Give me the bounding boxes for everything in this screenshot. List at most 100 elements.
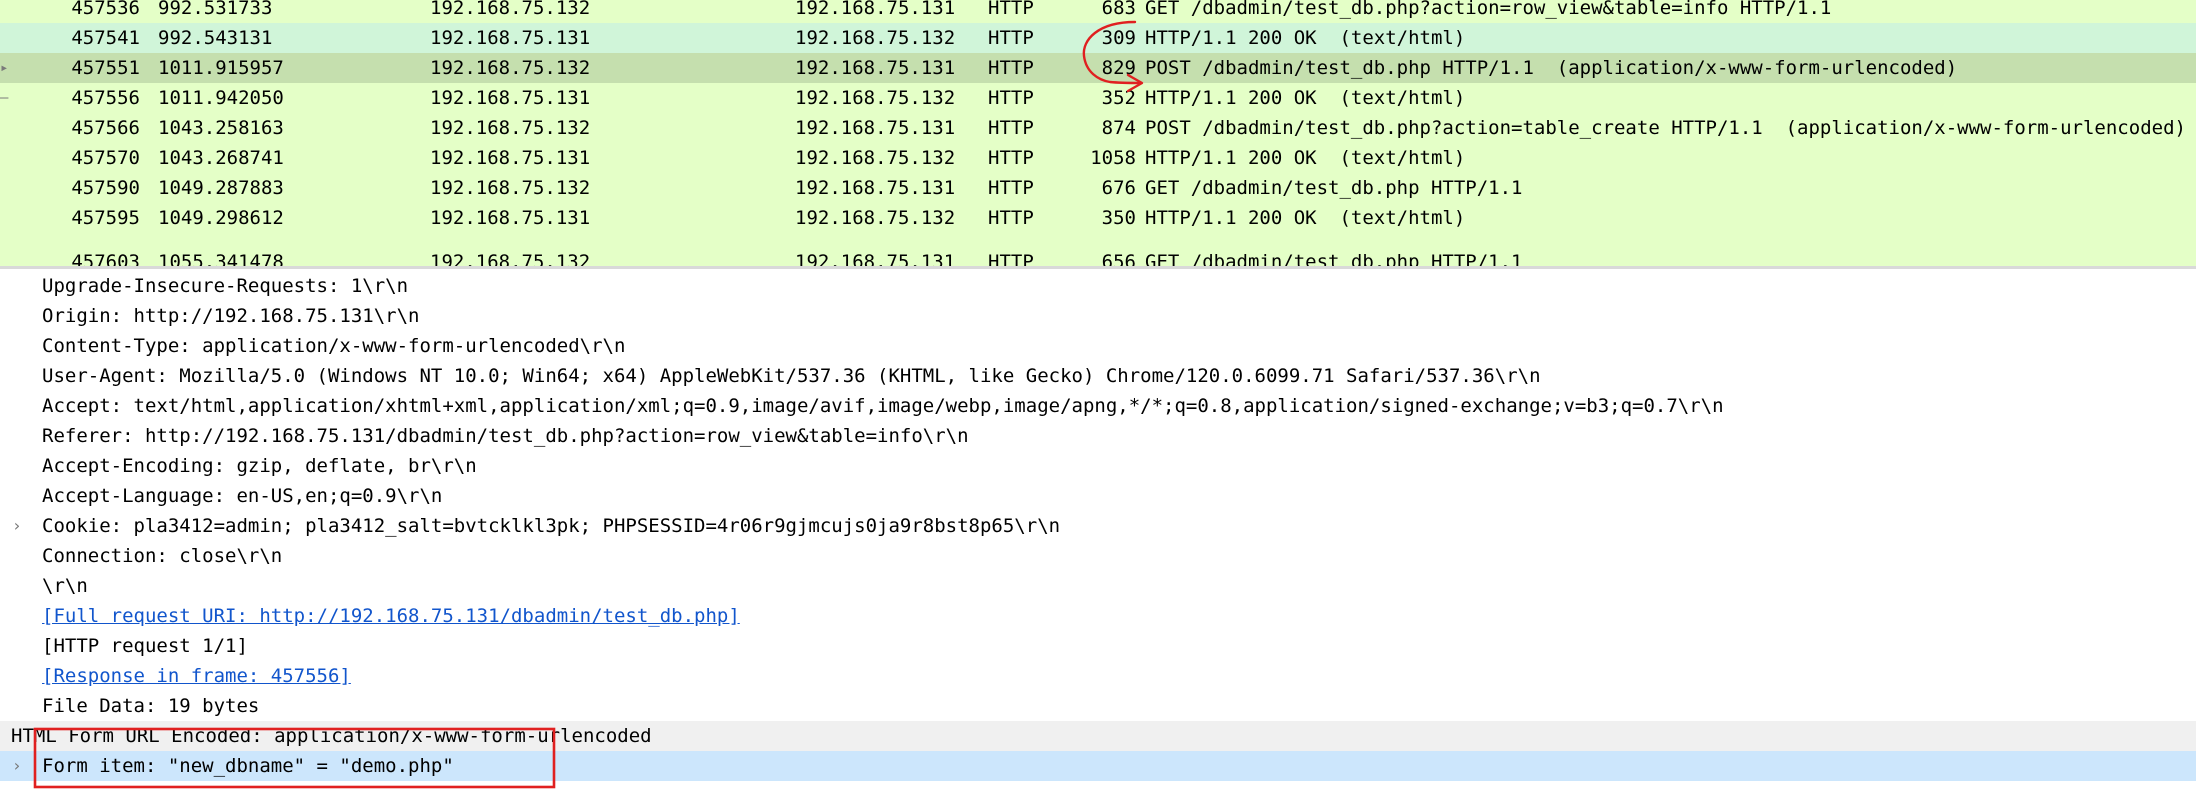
detail-text: HTML Form URL Encoded: application/x-www… xyxy=(11,725,652,747)
form-item-selected[interactable]: › Form item: "new_dbname" = "demo.php" xyxy=(0,751,2196,781)
packet-destination: 192.168.75.132 xyxy=(795,87,956,109)
detail-text: Origin: http://192.168.75.131\r\n xyxy=(42,305,420,327)
packet-source: 192.168.75.131 xyxy=(430,207,591,229)
detail-text: \r\n xyxy=(42,575,88,597)
packet-row[interactable]: 457541 992.543131 192.168.75.131 192.168… xyxy=(0,23,2196,53)
packet-length: 309 xyxy=(1101,27,1136,49)
packet-number: 457541 xyxy=(71,27,140,49)
detail-text: Accept-Language: en-US,en;q=0.9\r\n xyxy=(42,485,443,507)
packet-time: 1043.258163 xyxy=(158,117,284,139)
detail-line[interactable]: Content-Type: application/x-www-form-url… xyxy=(0,331,2196,361)
expand-chevron-icon[interactable]: › xyxy=(12,751,22,781)
detail-line-cookie[interactable]: › Cookie: pla3412=admin; pla3412_salt=bv… xyxy=(0,511,2196,541)
packet-row[interactable]: 457590 1049.287883 192.168.75.132 192.16… xyxy=(0,173,2196,203)
packet-info: HTTP/1.1 200 OK (text/html) xyxy=(1145,27,1466,49)
packet-row[interactable]: 457536 992.531733 192.168.75.132 192.168… xyxy=(0,0,2196,23)
packet-source: 192.168.75.132 xyxy=(430,117,591,139)
detail-text: Connection: close\r\n xyxy=(42,545,283,567)
detail-line[interactable]: Accept: text/html,application/xhtml+xml,… xyxy=(0,391,2196,421)
packet-length: 1058 xyxy=(1090,147,1136,169)
detail-line[interactable]: [HTTP request 1/1] xyxy=(0,631,2196,661)
packet-length: 350 xyxy=(1101,207,1136,229)
packet-time: 1043.268741 xyxy=(158,147,284,169)
packet-length: 676 xyxy=(1101,177,1136,199)
packet-time: 1055.341478 xyxy=(158,251,284,266)
detail-line[interactable]: File Data: 19 bytes xyxy=(0,691,2196,721)
packet-time: 992.531733 xyxy=(158,0,273,19)
packet-protocol: HTTP xyxy=(988,27,1034,49)
packet-length: 829 xyxy=(1101,57,1136,79)
packet-info: HTTP/1.1 200 OK (text/html) xyxy=(1145,207,1466,229)
detail-line[interactable]: Upgrade-Insecure-Requests: 1\r\n xyxy=(0,271,2196,301)
detail-line[interactable]: Referer: http://192.168.75.131/dbadmin/t… xyxy=(0,421,2196,451)
detail-line[interactable]: User-Agent: Mozilla/5.0 (Windows NT 10.0… xyxy=(0,361,2196,391)
packet-protocol: HTTP xyxy=(988,57,1034,79)
packet-info: GET /dbadmin/test_db.php HTTP/1.1 xyxy=(1145,251,1523,266)
packet-number: 457595 xyxy=(71,207,140,229)
packet-info: POST /dbadmin/test_db.php HTTP/1.1 (appl… xyxy=(1145,57,1958,79)
detail-text: User-Agent: Mozilla/5.0 (Windows NT 10.0… xyxy=(42,365,1541,387)
packet-row[interactable]: 457595 1049.298612 192.168.75.131 192.16… xyxy=(0,203,2196,233)
packet-protocol: HTTP xyxy=(988,0,1034,19)
packet-length: 656 xyxy=(1101,251,1136,266)
detail-line[interactable]: Connection: close\r\n xyxy=(0,541,2196,571)
response-in-frame-link[interactable]: [Response in frame: 457556] xyxy=(0,661,2196,691)
packet-destination: 192.168.75.131 xyxy=(795,251,956,266)
detail-text: Content-Type: application/x-www-form-url… xyxy=(42,335,626,357)
detail-text: Accept-Encoding: gzip, deflate, br\r\n xyxy=(42,455,477,477)
packet-number: 457566 xyxy=(71,117,140,139)
packet-source: 192.168.75.132 xyxy=(430,177,591,199)
packet-time: 992.543131 xyxy=(158,27,273,49)
detail-text: Upgrade-Insecure-Requests: 1\r\n xyxy=(42,275,409,297)
packet-source: 192.168.75.132 xyxy=(430,57,591,79)
selected-packet-marker-icon: ▸ xyxy=(0,60,9,76)
detail-line[interactable]: Accept-Language: en-US,en;q=0.9\r\n xyxy=(0,481,2196,511)
packet-protocol: HTTP xyxy=(988,207,1034,229)
detail-line[interactable]: Accept-Encoding: gzip, deflate, br\r\n xyxy=(0,451,2196,481)
detail-link-text[interactable]: [Full request URI: http://192.168.75.131… xyxy=(42,601,740,631)
packet-number: 457556 xyxy=(71,87,140,109)
packet-info: POST /dbadmin/test_db.php?action=table_c… xyxy=(1145,117,2186,139)
packet-info: GET /dbadmin/test_db.php HTTP/1.1 xyxy=(1145,177,1523,199)
detail-text: Accept: text/html,application/xhtml+xml,… xyxy=(42,395,1724,417)
packet-row[interactable]: 457603 1055.341478 192.168.75.132 192.16… xyxy=(0,247,2196,266)
packet-protocol: HTTP xyxy=(988,251,1034,266)
detail-link-text[interactable]: [Response in frame: 457556] xyxy=(42,661,351,691)
packet-length: 683 xyxy=(1101,0,1136,19)
full-request-uri-link[interactable]: [Full request URI: http://192.168.75.131… xyxy=(0,601,2196,631)
detail-line[interactable]: \r\n xyxy=(0,571,2196,601)
packet-source: 192.168.75.131 xyxy=(430,87,591,109)
detail-text: Cookie: pla3412=admin; pla3412_salt=bvtc… xyxy=(42,515,1061,537)
detail-text: [HTTP request 1/1] xyxy=(42,635,248,657)
form-section-header[interactable]: HTML Form URL Encoded: application/x-www… xyxy=(0,721,2196,751)
packet-protocol: HTTP xyxy=(988,147,1034,169)
packet-number: 457603 xyxy=(71,251,140,266)
packet-destination: 192.168.75.132 xyxy=(795,207,956,229)
detail-text: Referer: http://192.168.75.131/dbadmin/t… xyxy=(42,425,969,447)
packet-info: GET /dbadmin/test_db.php?action=row_view… xyxy=(1145,0,1832,19)
expand-chevron-icon[interactable]: › xyxy=(12,511,22,541)
detail-line[interactable]: Origin: http://192.168.75.131\r\n xyxy=(0,301,2196,331)
packet-source: 192.168.75.131 xyxy=(430,147,591,169)
packet-time: 1049.287883 xyxy=(158,177,284,199)
packet-number: 457590 xyxy=(71,177,140,199)
packet-source: 192.168.75.132 xyxy=(430,251,591,266)
packet-destination: 192.168.75.131 xyxy=(795,57,956,79)
packet-destination: 192.168.75.131 xyxy=(795,0,956,19)
detail-text: Form item: "new_dbname" = "demo.php" xyxy=(42,755,454,777)
packet-number: 457551 xyxy=(71,57,140,79)
packet-row-selected[interactable]: ▸ 457551 1011.915957 192.168.75.132 192.… xyxy=(0,53,2196,83)
packet-source: 192.168.75.132 xyxy=(430,0,591,19)
packet-protocol: HTTP xyxy=(988,177,1034,199)
packet-time: 1011.942050 xyxy=(158,87,284,109)
detail-text: File Data: 19 bytes xyxy=(42,695,260,717)
packet-source: 192.168.75.131 xyxy=(430,27,591,49)
packet-row[interactable]: 457566 1043.258163 192.168.75.132 192.16… xyxy=(0,113,2196,143)
packet-list: 457536 992.531733 192.168.75.132 192.168… xyxy=(0,0,2196,266)
packet-info: HTTP/1.1 200 OK (text/html) xyxy=(1145,87,1466,109)
packet-row[interactable]: – 457556 1011.942050 192.168.75.131 192.… xyxy=(0,83,2196,113)
packet-length: 874 xyxy=(1101,117,1136,139)
packet-row[interactable]: 457570 1043.268741 192.168.75.131 192.16… xyxy=(0,143,2196,173)
packet-protocol: HTTP xyxy=(988,117,1034,139)
packet-protocol: HTTP xyxy=(988,87,1034,109)
